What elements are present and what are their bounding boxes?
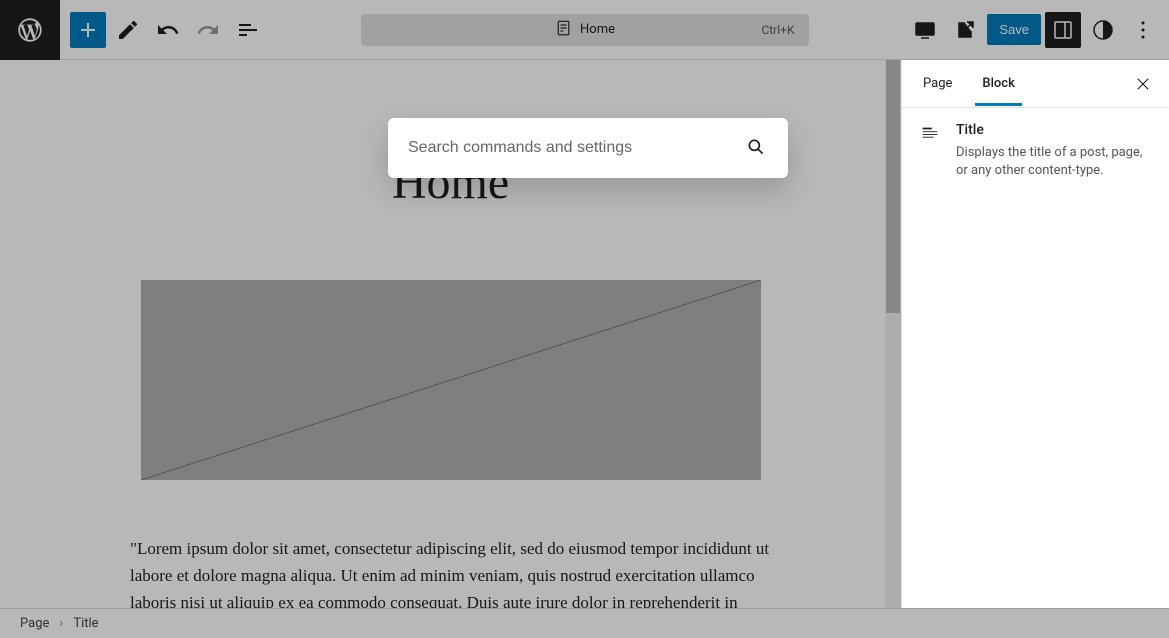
view-desktop-button[interactable]	[907, 12, 943, 48]
redo-button[interactable]	[190, 12, 226, 48]
shortcut-hint: Ctrl+K	[761, 23, 794, 37]
options-button[interactable]	[1125, 12, 1161, 48]
save-button[interactable]: Save	[987, 14, 1041, 45]
page-icon	[554, 19, 572, 41]
breadcrumb-current[interactable]: Title	[73, 616, 98, 631]
block-title-label: Title	[956, 122, 1153, 138]
styles-button[interactable]	[1085, 12, 1121, 48]
image-placeholder[interactable]	[141, 280, 761, 480]
document-bar[interactable]: Home Ctrl+K	[361, 14, 809, 46]
close-panel-button[interactable]	[1131, 72, 1155, 96]
command-palette	[388, 118, 788, 178]
add-block-button[interactable]	[70, 12, 106, 48]
tab-block[interactable]: Block	[975, 62, 1021, 105]
settings-sidebar: Page Block Title Displays the title of a…	[901, 60, 1169, 608]
search-icon[interactable]	[746, 137, 768, 159]
paragraph-block[interactable]: "Lorem ipsum dolor sit amet, consectetur…	[130, 535, 771, 608]
breadcrumb: Page › Title	[0, 608, 1169, 638]
document-title: Home	[580, 22, 615, 37]
edit-tool-button[interactable]	[110, 12, 146, 48]
undo-button[interactable]	[150, 12, 186, 48]
canvas-scrollbar[interactable]	[885, 60, 901, 608]
view-site-button[interactable]	[947, 12, 983, 48]
breadcrumb-root[interactable]: Page	[20, 616, 49, 631]
scrollbar-thumb[interactable]	[886, 60, 900, 313]
command-search-input[interactable]	[408, 139, 746, 157]
settings-panel-button[interactable]	[1045, 12, 1081, 48]
block-description: Displays the title of a post, page, or a…	[956, 144, 1153, 180]
document-overview-button[interactable]	[230, 12, 266, 48]
tab-page[interactable]: Page	[916, 62, 959, 105]
title-block-icon	[918, 122, 942, 146]
chevron-right-icon: ›	[59, 616, 63, 631]
wordpress-logo[interactable]	[0, 0, 60, 60]
